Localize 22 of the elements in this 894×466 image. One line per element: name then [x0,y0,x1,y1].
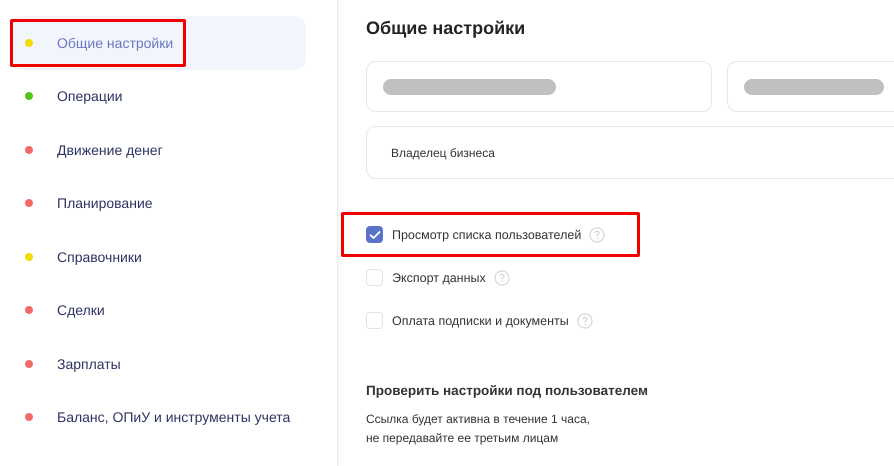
section-title: Проверить настройки под пользователем [366,383,649,398]
sidebar-item[interactable]: Баланс, ОПиУ и инструменты учета [10,390,306,444]
sidebar-item[interactable]: Зарплаты [10,337,306,390]
sidebar-item[interactable]: Операции [10,70,306,123]
checkbox-label: Экспорт данных [392,270,486,284]
info-text: не передавайте ее третьим лицам [366,430,560,447]
checkbox-label: Оплата подписки и документы [392,314,569,328]
help-icon[interactable] [494,270,510,286]
checkbox[interactable] [366,226,383,243]
input-field[interactable] [366,61,712,112]
checkbox-label: Просмотр списка пользователей [392,228,582,242]
sidebar-item[interactable]: Справочники [10,230,306,284]
input-field[interactable]: Владелец бизнеса [366,126,894,179]
sidebar-item[interactable]: Планирование [10,176,306,230]
sidebar-item[interactable]: Движение денег [10,123,306,176]
page-title: Общие настройки [366,17,526,40]
help-icon[interactable] [589,226,606,242]
sidebar-item[interactable]: Сделки [10,284,306,337]
sidebar-item[interactable]: Общие настройки [10,16,306,70]
check-icon [368,230,380,240]
help-icon[interactable] [576,312,593,328]
info-text: Ссылка будет активна в течение 1 часа, [366,411,591,428]
